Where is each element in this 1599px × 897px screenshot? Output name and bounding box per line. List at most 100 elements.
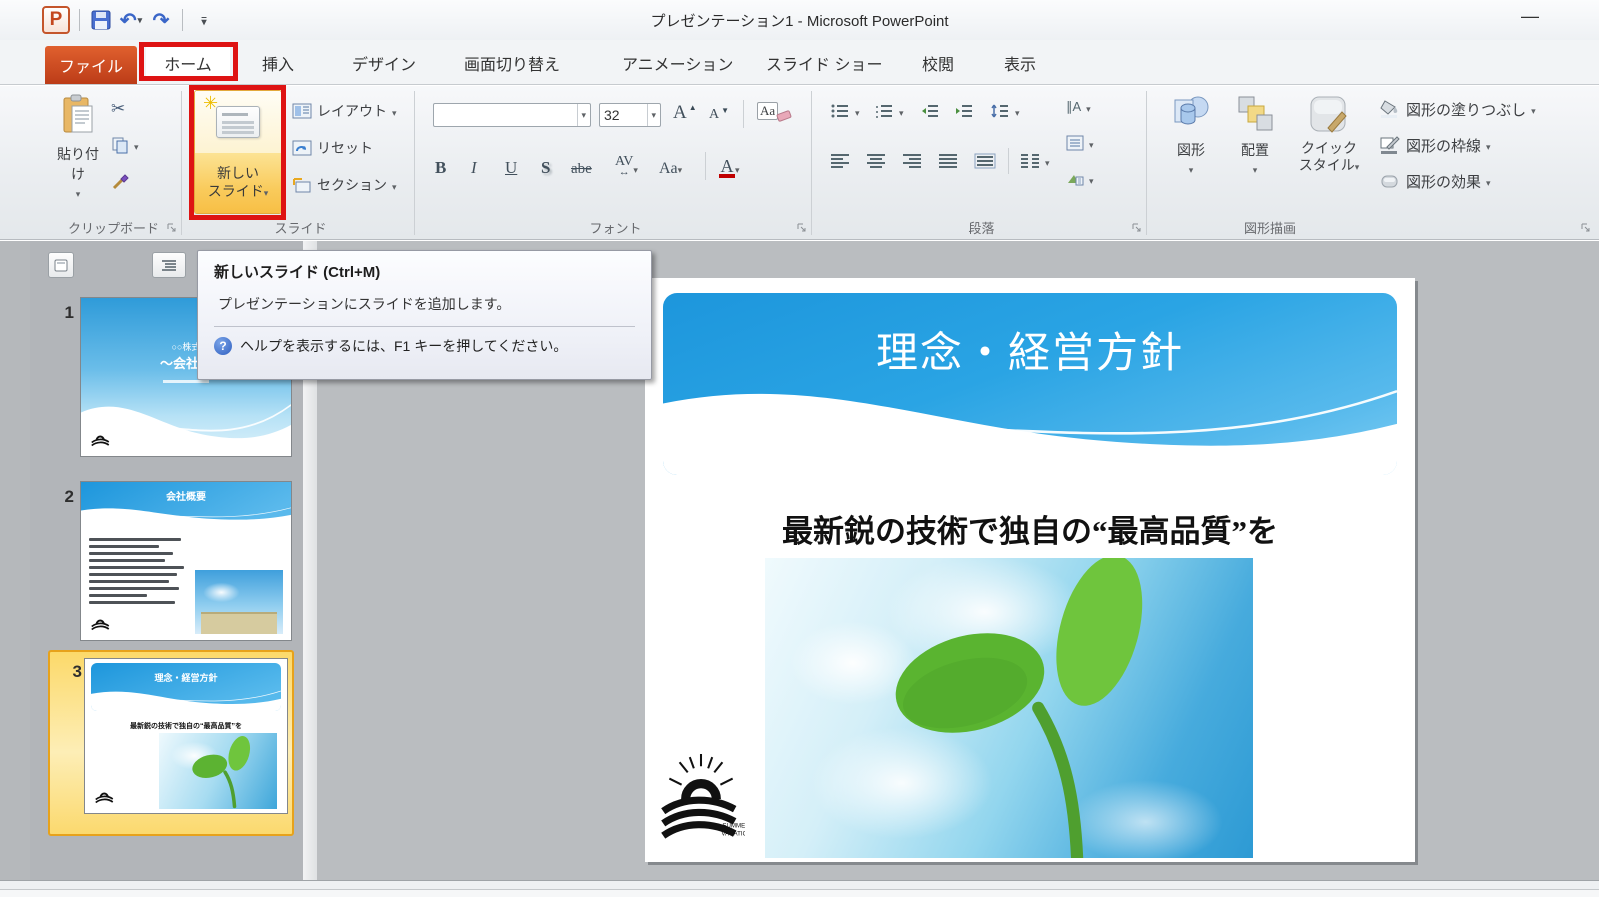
section-dropdown-icon[interactable] — [392, 177, 397, 193]
new-slide-button[interactable]: ✳ 新しい スライド — [194, 90, 282, 214]
align-text-button[interactable] — [1066, 130, 1094, 156]
tab-review[interactable]: 校閲 — [908, 47, 968, 79]
tab-insert[interactable]: 挿入 — [248, 47, 308, 79]
slide-body-text[interactable]: 最新鋭の技術で独自の“最高品質”を — [645, 506, 1415, 551]
columns-dropdown-icon[interactable] — [1045, 153, 1050, 169]
layout-button[interactable]: レイアウト — [292, 98, 397, 124]
strikethrough-button[interactable]: abe — [571, 152, 592, 180]
shape-outline-dropdown-icon[interactable] — [1486, 137, 1491, 154]
quick-styles-button[interactable]: クイック スタイル — [1291, 94, 1367, 214]
text-shadow-button[interactable]: S — [541, 152, 550, 180]
italic-button[interactable]: I — [471, 152, 477, 180]
shape-effects-icon — [1379, 171, 1401, 191]
numbering-dropdown-icon[interactable] — [899, 103, 904, 119]
slide-thumbnail-3[interactable]: 理念・経営方針 最新鋭の技術で独自の“最高品質”を — [84, 658, 288, 814]
text-direction-button[interactable]: ∥A — [1066, 94, 1091, 120]
paragraph-dialog-launcher[interactable] — [1132, 223, 1144, 235]
section-button[interactable]: セクション — [292, 172, 397, 198]
font-name-dropdown-icon[interactable]: ▾ — [577, 104, 586, 126]
decrease-indent-button[interactable] — [920, 98, 940, 124]
align-text-dropdown-icon[interactable] — [1089, 135, 1094, 151]
line-spacing-dropdown-icon[interactable] — [1015, 103, 1020, 119]
font-size-dropdown-icon[interactable]: ▾ — [647, 104, 656, 126]
shape-fill-dropdown-icon[interactable] — [1531, 101, 1536, 118]
outline-tab-button[interactable] — [152, 252, 186, 278]
arrange-dropdown-icon[interactable] — [1253, 160, 1258, 176]
align-right-button[interactable] — [902, 148, 922, 174]
bullets-icon — [830, 103, 850, 119]
reset-button[interactable]: リセット — [292, 135, 373, 161]
shapes-button[interactable]: 図形 — [1163, 94, 1219, 214]
quick-styles-dropdown-icon[interactable] — [1355, 157, 1360, 173]
shapes-icon — [1171, 94, 1211, 134]
shapes-dropdown-icon[interactable] — [1189, 160, 1194, 176]
underline-button[interactable]: U — [505, 152, 517, 180]
paste-dropdown-icon[interactable] — [76, 184, 81, 200]
convert-smartart-icon — [1066, 171, 1084, 187]
character-spacing-button[interactable]: AV↔ — [615, 152, 638, 180]
slide-title-text[interactable]: 理念・経営方針 — [663, 319, 1397, 380]
arrange-button[interactable]: 配置 — [1227, 94, 1283, 214]
columns-button[interactable] — [1020, 148, 1050, 174]
tab-transitions[interactable]: 画面切り替え — [450, 47, 574, 79]
convert-smartart-button[interactable] — [1066, 166, 1094, 192]
font-color-bar — [719, 174, 735, 178]
slide2-header: 会社概要 — [81, 482, 291, 526]
font-size-combobox[interactable]: 32▾ — [599, 103, 661, 127]
company-logo[interactable]: SUMMER VACATION — [657, 752, 745, 850]
font-name-combobox[interactable]: ▾ — [433, 103, 591, 127]
justify-button[interactable] — [938, 148, 958, 174]
slides-tab-button[interactable] — [48, 252, 74, 278]
window-title: プレゼンテーション1 - Microsoft PowerPoint — [0, 10, 1599, 31]
tab-animations[interactable]: アニメーション — [608, 47, 747, 79]
font-color-dropdown-icon[interactable] — [735, 157, 740, 178]
font-color-button[interactable]: A — [719, 152, 740, 180]
align-left-button[interactable] — [830, 148, 850, 174]
tab-slideshow[interactable]: スライド ショー — [752, 47, 896, 79]
text-direction-dropdown-icon[interactable] — [1086, 99, 1091, 115]
drawing-dialog-launcher[interactable] — [1581, 223, 1593, 235]
shape-effects-button[interactable]: 図形の効果 — [1379, 168, 1491, 194]
layout-dropdown-icon[interactable] — [392, 103, 397, 119]
notes-pane-splitter[interactable] — [0, 880, 1599, 889]
tab-design[interactable]: デザイン — [338, 47, 430, 79]
cut-button[interactable]: ✂ — [111, 96, 125, 122]
grow-font-button[interactable]: A▲ — [673, 100, 697, 126]
bullets-dropdown-icon[interactable] — [855, 103, 860, 119]
tab-view[interactable]: 表示 — [990, 47, 1050, 79]
tab-home[interactable]: ホーム — [146, 47, 230, 79]
bold-button[interactable]: B — [435, 152, 446, 180]
numbering-button[interactable] — [874, 98, 904, 124]
paste-button[interactable]: 貼り付け — [51, 94, 105, 214]
copy-button[interactable] — [111, 132, 139, 158]
change-case-dropdown-icon[interactable] — [678, 160, 683, 178]
shape-fill-label: 図形の塗りつぶし — [1406, 99, 1526, 120]
slide2-building-photo — [195, 570, 283, 634]
format-painter-button[interactable] — [111, 168, 131, 194]
character-spacing-dropdown-icon[interactable] — [633, 162, 638, 178]
align-center-button[interactable] — [866, 148, 886, 174]
shape-outline-button[interactable]: 図形の枠線 — [1379, 132, 1491, 158]
quick-styles-label-line1: クイック — [1301, 140, 1357, 157]
copy-dropdown-icon[interactable] — [134, 137, 139, 153]
new-slide-dropdown-icon[interactable] — [264, 183, 269, 199]
bullets-button[interactable] — [830, 98, 860, 124]
minimize-button[interactable]: — — [1521, 6, 1539, 27]
clipboard-dialog-launcher[interactable] — [167, 223, 179, 235]
font-dialog-launcher[interactable] — [797, 223, 809, 235]
slide-thumbnail-2[interactable]: 会社概要 — [80, 481, 292, 641]
increase-indent-button[interactable] — [954, 98, 974, 124]
shape-effects-label: 図形の効果 — [1406, 171, 1481, 192]
clear-formatting-button[interactable]: Aa — [757, 98, 791, 124]
change-case-button[interactable]: Aa — [659, 152, 682, 180]
tab-file[interactable]: ファイル — [45, 46, 137, 84]
shrink-font-button[interactable]: A▼ — [709, 102, 729, 128]
shape-fill-button[interactable]: 図形の塗りつぶし — [1379, 96, 1536, 122]
line-spacing-button[interactable] — [990, 98, 1020, 124]
slide3-title: 理念・経営方針 — [91, 671, 281, 684]
shape-effects-dropdown-icon[interactable] — [1486, 173, 1491, 190]
distribute-button[interactable] — [974, 148, 996, 174]
slide-title-banner[interactable]: 理念・経営方針 — [663, 293, 1397, 475]
convert-smartart-dropdown-icon[interactable] — [1089, 171, 1094, 187]
sprout-photo[interactable] — [765, 558, 1253, 858]
